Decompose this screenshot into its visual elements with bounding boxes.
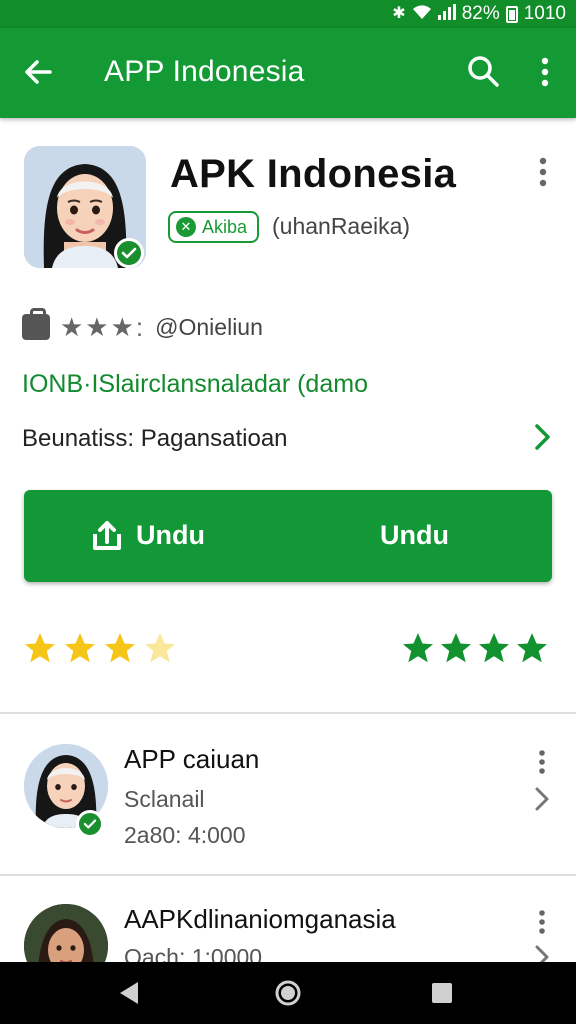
rating-label: @Onieliun [155, 313, 263, 340]
badge-icon: ✕ [176, 217, 196, 237]
app-icon [24, 146, 146, 268]
stars-row [22, 630, 554, 674]
chevron-right-icon[interactable] [532, 942, 552, 962]
back-triangle-icon[interactable] [114, 977, 146, 1009]
overflow-menu-icon[interactable] [532, 748, 552, 776]
install-button[interactable]: Undu Undu [24, 490, 552, 582]
install-label-left: Undu [136, 519, 205, 550]
clock: 1010 [523, 3, 566, 24]
app-tagline[interactable]: IONB·ISlairclansnaladar (damo [22, 370, 368, 399]
category-line[interactable]: Beunatiss: Pagansatioan [22, 425, 288, 453]
verified-badge-icon [76, 810, 104, 838]
avatar [24, 904, 108, 962]
rating-row: ★★★: @Onieliun [22, 308, 263, 342]
list-item-meta: 2a80: 4:000 [124, 822, 246, 848]
chevron-right-icon[interactable] [530, 420, 554, 454]
developer-name[interactable]: (uhanRaeika) [272, 213, 410, 240]
star-icon [65, 633, 95, 663]
wifi-icon [412, 4, 432, 24]
status-bar: ✱ 82% 1010 [0, 0, 576, 28]
upload-icon [93, 521, 121, 550]
badge-label: Akiba [202, 216, 248, 237]
list-item-subtitle: Qach: 1:0000 [124, 944, 263, 962]
install-label-right: Undu [380, 520, 449, 550]
list-item-subtitle: Sclanail [124, 786, 205, 812]
briefcase-icon [22, 308, 50, 340]
list-item-title: AAPKdlinaniomganasia [124, 904, 396, 934]
star-icon [517, 633, 547, 663]
star-icon [25, 633, 55, 663]
overflow-menu-icon[interactable] [530, 154, 556, 190]
list-item-title: APP caiuan [124, 744, 260, 774]
verified-badge-icon [114, 238, 144, 268]
star-icon [479, 633, 509, 663]
rating-stars-yellow[interactable] [22, 630, 178, 666]
system-nav-bar [0, 962, 576, 1024]
app-bar-title: APP Indonesia [104, 55, 305, 88]
battery-icon [505, 5, 518, 23]
list-item[interactable]: AAPKdlinaniomganasia Qach: 1:0000 [0, 876, 576, 962]
chevron-right-icon[interactable] [532, 784, 552, 814]
signal-icon [437, 4, 456, 24]
rating-stars-gray: ★★★: [60, 311, 146, 342]
battery-percent: 82% [461, 3, 500, 24]
star-icon [441, 633, 471, 663]
rating-stars-green[interactable] [400, 630, 550, 666]
app-name: APK Indonesia [170, 152, 457, 196]
recents-square-icon[interactable] [426, 977, 458, 1009]
search-icon[interactable] [466, 54, 502, 90]
bluetooth-icon: ✱ [392, 5, 406, 22]
list-item[interactable]: APP caiuan Sclanail 2a80: 4:000 [0, 714, 576, 874]
back-arrow-icon[interactable] [20, 54, 56, 90]
overflow-menu-icon[interactable] [530, 54, 560, 90]
overflow-menu-icon[interactable] [532, 908, 552, 936]
star-icon [403, 633, 433, 663]
app-bar: APP Indonesia [0, 28, 576, 118]
star-half-icon [145, 633, 175, 663]
home-circle-icon[interactable] [272, 977, 304, 1009]
editor-badge[interactable]: ✕ Akiba [168, 211, 260, 243]
star-icon [105, 633, 135, 663]
